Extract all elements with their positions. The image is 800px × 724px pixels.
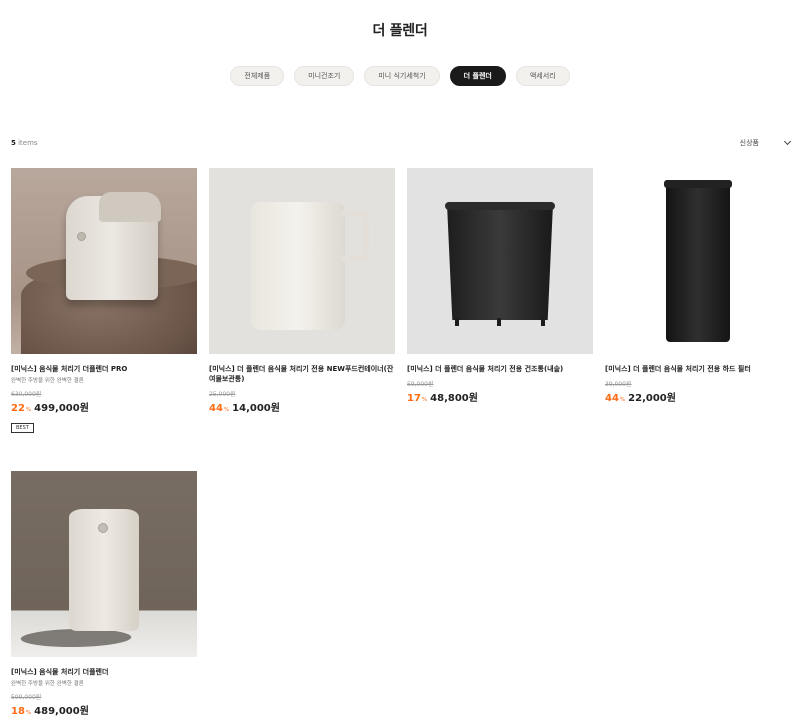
filter-graphic <box>666 182 730 342</box>
sale-price: 14,000원 <box>232 403 280 414</box>
original-price: 599,000원 <box>11 694 42 701</box>
bucket-leg-graphic <box>497 318 501 326</box>
product-name[interactable]: [미닉스] 더 플렌더 음식물 처리기 전용 NEW푸드컨테이너(잔여물보관통) <box>209 364 395 384</box>
price-row: 22% 499,000원 <box>11 399 197 414</box>
percent-sign: % <box>619 397 626 403</box>
sale-price: 22,000원 <box>628 393 676 404</box>
percent-sign: % <box>223 407 230 413</box>
sale-price: 499,000원 <box>34 403 89 414</box>
product-card[interactable]: [미닉스] 더 플렌더 음식물 처리기 전용 건조통(내솥) 59,000원 1… <box>407 168 593 404</box>
discount-rate: 44 <box>209 403 223 414</box>
price-row: 18% 489,000원 <box>11 702 197 717</box>
percent-sign: % <box>421 397 428 403</box>
product-card[interactable]: [미닉스] 음식물 처리기 더플렌더 PRO 완벽한 주방을 위한 완벽한 결론… <box>11 168 197 433</box>
item-count: 5 items <box>11 139 38 147</box>
category-tabs: 전체제품 미니건조기 미니 식기세척기 더 플렌더 액세서리 <box>0 66 800 86</box>
bucket-graphic <box>447 204 553 320</box>
product-card[interactable]: [미닉스] 더 플렌더 음식물 처리기 전용 NEW푸드컨테이너(잔여물보관통)… <box>209 168 395 414</box>
product-image[interactable] <box>11 471 197 657</box>
bucket-leg-graphic <box>541 318 545 326</box>
discount-rate: 17 <box>407 393 421 404</box>
tab-mini-dishwasher[interactable]: 미니 식기세척기 <box>364 66 440 86</box>
percent-sign: % <box>25 407 32 413</box>
product-name[interactable]: [미닉스] 음식물 처리기 더플렌더 <box>11 667 197 677</box>
best-badge: BEST <box>11 423 34 433</box>
original-price: 59,000원 <box>407 381 434 388</box>
bucket-leg-graphic <box>455 318 459 326</box>
device-knob-graphic <box>98 523 108 533</box>
original-price: 630,000원 <box>11 391 42 398</box>
tab-mini-dryer[interactable]: 미니건조기 <box>294 66 355 86</box>
item-count-unit: items <box>15 139 38 147</box>
shadow-graphic <box>15 629 137 647</box>
tab-all-products[interactable]: 전체제품 <box>230 66 285 86</box>
sort-label: 신상품 <box>739 139 759 147</box>
page-title: 더 플렌더 <box>372 23 428 39</box>
bucket-rim-graphic <box>445 202 555 210</box>
device-knob-graphic <box>77 232 86 241</box>
product-image[interactable] <box>407 168 593 354</box>
tab-accessories[interactable]: 액세서리 <box>515 66 570 86</box>
product-description: 완벽한 주방을 위한 완벽한 결론 <box>11 681 84 687</box>
device-lid-graphic <box>99 192 161 222</box>
sale-price: 48,800원 <box>430 393 478 404</box>
percent-sign: % <box>25 710 32 716</box>
sale-price: 489,000원 <box>34 706 89 717</box>
product-image[interactable] <box>11 168 197 354</box>
product-name[interactable]: [미닉스] 더 플렌더 음식물 처리기 전용 건조통(내솥) <box>407 364 593 374</box>
discount-rate: 44 <box>605 393 619 404</box>
product-image[interactable] <box>209 168 395 354</box>
discount-rate: 22 <box>11 403 25 414</box>
price-row: 44% 22,000원 <box>605 389 791 404</box>
product-image[interactable] <box>605 168 791 354</box>
product-card[interactable]: [미닉스] 더 플렌더 음식물 처리기 전용 하드 필터 39,000원 44%… <box>605 168 791 404</box>
filter-cap-graphic <box>664 180 732 188</box>
product-card[interactable]: [미닉스] 음식물 처리기 더플렌더 완벽한 주방을 위한 완벽한 결론 599… <box>11 471 197 717</box>
original-price: 25,000원 <box>209 391 236 398</box>
tab-the-plender[interactable]: 더 플렌더 <box>449 66 506 86</box>
product-name[interactable]: [미닉스] 더 플렌더 음식물 처리기 전용 하드 필터 <box>605 364 791 374</box>
price-row: 17% 48,800원 <box>407 389 593 404</box>
price-row: 44% 14,000원 <box>209 399 395 414</box>
container-graphic <box>251 202 345 330</box>
original-price: 39,000원 <box>605 381 632 388</box>
sort-dropdown[interactable]: 신상품 <box>739 137 792 148</box>
discount-rate: 18 <box>11 706 25 717</box>
container-handle-graphic <box>341 210 369 262</box>
product-name[interactable]: [미닉스] 음식물 처리기 더플렌더 PRO <box>11 364 197 374</box>
chevron-down-icon <box>783 137 792 146</box>
product-description: 완벽한 주방을 위한 완벽한 결론 <box>11 378 84 384</box>
